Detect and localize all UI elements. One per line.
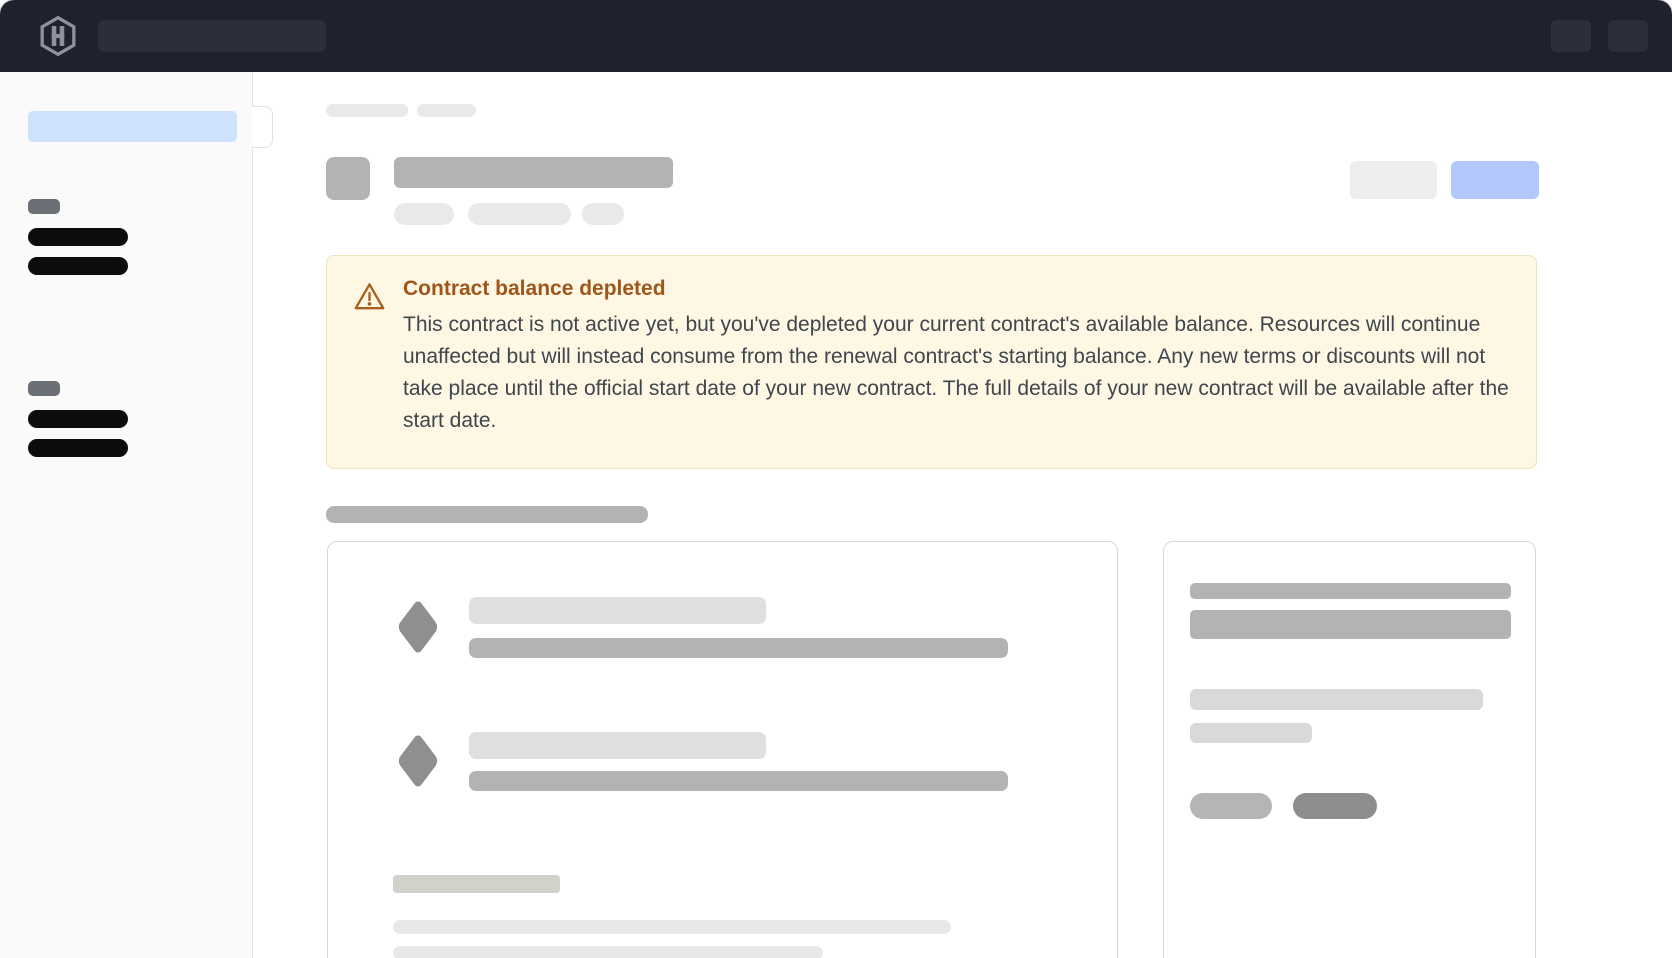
app-window: Contract balance depleted This contract … bbox=[0, 0, 1672, 958]
secondary-button-placeholder[interactable] bbox=[1350, 161, 1437, 199]
section-title-placeholder bbox=[326, 506, 648, 523]
sidebar-collapse-handle[interactable] bbox=[252, 106, 273, 148]
page-badge-placeholder bbox=[394, 203, 454, 225]
hashicorp-logo-icon bbox=[36, 14, 80, 58]
top-navigation-bar bbox=[0, 0, 1672, 72]
alert-title: Contract balance depleted bbox=[403, 275, 666, 303]
card-footer-label-placeholder bbox=[393, 875, 560, 893]
sidebar-section-label-placeholder bbox=[28, 381, 60, 396]
contract-warning-alert: Contract balance depleted This contract … bbox=[326, 255, 1537, 469]
alert-body-text: This contract is not active yet, but you… bbox=[403, 309, 1511, 437]
side-card-text-placeholder bbox=[1190, 689, 1483, 710]
card-footer-line-placeholder bbox=[393, 920, 951, 934]
primary-button-placeholder[interactable] bbox=[1451, 161, 1539, 199]
card-footer-line-placeholder bbox=[393, 946, 823, 958]
breadcrumb-placeholder[interactable] bbox=[326, 104, 408, 117]
sidebar-item-placeholder[interactable] bbox=[28, 257, 128, 275]
user-menu-icon-button[interactable] bbox=[1608, 20, 1648, 52]
page-badge-placeholder bbox=[582, 203, 624, 225]
row-value-placeholder bbox=[469, 771, 1008, 791]
side-card-pill-placeholder[interactable] bbox=[1293, 793, 1377, 819]
sidebar-item-placeholder[interactable] bbox=[28, 410, 128, 428]
global-search-input[interactable] bbox=[98, 20, 326, 52]
row-value-placeholder bbox=[469, 638, 1008, 658]
side-card-pill-placeholder[interactable] bbox=[1190, 793, 1272, 819]
side-card-title-placeholder bbox=[1190, 583, 1511, 599]
sidebar-section-label-placeholder bbox=[28, 199, 60, 214]
side-card-heading-placeholder bbox=[1190, 610, 1511, 639]
sidebar-item-active-placeholder[interactable] bbox=[28, 111, 237, 142]
page-badge-placeholder bbox=[468, 203, 571, 225]
warning-triangle-icon bbox=[353, 281, 386, 312]
summary-side-card bbox=[1163, 541, 1536, 958]
row-label-placeholder bbox=[469, 732, 766, 759]
sidebar-item-placeholder[interactable] bbox=[28, 439, 128, 457]
help-icon-button[interactable] bbox=[1551, 20, 1591, 52]
row-label-placeholder bbox=[469, 597, 766, 624]
side-card-text-placeholder bbox=[1190, 723, 1312, 743]
page-title-placeholder bbox=[394, 157, 673, 188]
breadcrumb-placeholder[interactable] bbox=[417, 104, 476, 117]
page-icon-placeholder bbox=[326, 157, 370, 200]
sidebar-item-placeholder[interactable] bbox=[28, 228, 128, 246]
